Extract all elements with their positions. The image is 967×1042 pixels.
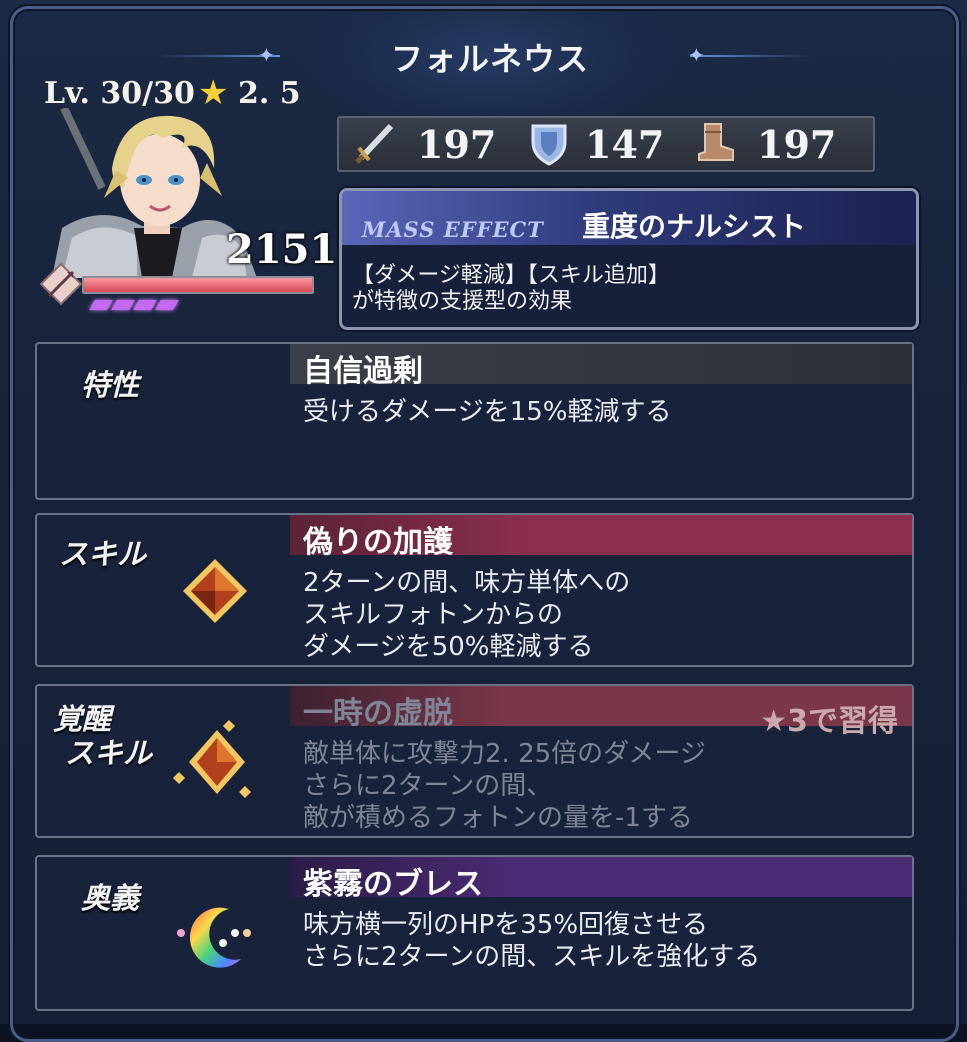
skill-desc-line: ダメージを50%軽減する <box>303 632 594 662</box>
shield-icon <box>525 118 573 166</box>
character-name: フォルネウス <box>390 40 589 78</box>
attack-value: 197 <box>417 122 497 167</box>
ultimate-panel: 奥義 紫霧のブレス 味方横一列のHPを35%回復させる さらに2ターンの間、スキ… <box>35 855 914 1011</box>
trait-name: 自信過剰 <box>303 354 423 389</box>
hp-value: 2151 <box>226 226 338 273</box>
unlock-requirement: ★3で習得 <box>760 704 898 739</box>
hp-bar <box>82 276 314 294</box>
diamond-gem-cluster-icon <box>171 716 263 812</box>
skill-panel: スキル 偽りの加護 2ターンの間、味方単体への スキルフォトンからの ダメージを… <box>35 513 914 667</box>
ultimate-name: 紫霧のブレス <box>303 867 483 902</box>
awakening-desc-line: 敵単体に攻撃力2. 25倍のダメージ <box>303 739 706 769</box>
sparkle-icon: ✦ <box>688 43 705 67</box>
speed-value: 197 <box>757 122 837 167</box>
skill-label: スキル <box>59 537 147 571</box>
mass-effect-header: MASS EFFECT 重度のナルシスト <box>342 191 916 245</box>
ultimate-desc-line: 味方横一列のHPを35%回復させる <box>303 910 709 940</box>
level-label: Lv. 30/30 <box>44 76 195 111</box>
sparkle-icon: ✦ <box>258 43 275 67</box>
awakening-desc-line: さらに2ターンの間、 <box>303 771 553 801</box>
mass-effect-panel: MASS EFFECT 重度のナルシスト 【ダメージ軽減】【スキル追加】 が特徴… <box>339 188 919 330</box>
awakening-description: 敵単体に攻撃力2. 25倍のダメージ さらに2ターンの間、 敵が積めるフォトンの… <box>303 738 706 834</box>
character-detail-window: ✦ フォルネウス ✦ Lv. 30/30 ★ 2. 5 2151 197 147… <box>0 0 967 1042</box>
photon-pip <box>133 300 157 310</box>
spear-icon <box>37 260 85 308</box>
boot-icon <box>691 118 739 166</box>
mass-effect-description: 【ダメージ軽減】【スキル追加】 が特徴の支援型の効果 <box>352 263 670 315</box>
photon-pip <box>155 300 179 310</box>
awakening-name: 一時の虚脱 <box>303 696 453 731</box>
diamond-gem-icon <box>181 557 249 629</box>
photon-gauge <box>89 300 179 314</box>
photon-pip <box>89 300 113 310</box>
rarity-star-icon: ★ <box>198 73 229 113</box>
photon-pip <box>111 300 135 310</box>
title-ornament-right <box>690 55 810 57</box>
sword-icon <box>351 118 399 166</box>
mass-effect-tag: MASS EFFECT <box>362 217 544 242</box>
awakening-label-line: スキル <box>65 736 153 770</box>
mass-effect-desc-line: 【ダメージ軽減】【スキル追加】 <box>352 263 670 288</box>
awakening-label-line: 覚醒 <box>53 702 112 736</box>
awakening-desc-line: 敵が積めるフォトンの量を-1する <box>303 803 693 833</box>
crescent-moon-icon <box>175 903 255 977</box>
rarity-value: 2. 5 <box>238 76 301 111</box>
hp-bar-fill <box>84 278 312 292</box>
ultimate-desc-line: さらに2ターンの間、スキルを強化する <box>303 942 761 972</box>
awakening-label: 覚醒 スキル <box>53 702 152 770</box>
skill-desc-line: 2ターンの間、味方単体への <box>303 568 631 598</box>
mass-effect-name: 重度のナルシスト <box>582 210 807 243</box>
trait-panel: 特性 自信過剰 受けるダメージを15%軽減する <box>35 342 914 500</box>
ultimate-label: 奥義 <box>81 881 140 915</box>
stats-bar: 197 147 197 <box>337 116 875 172</box>
ultimate-description: 味方横一列のHPを35%回復させる さらに2ターンの間、スキルを強化する <box>303 909 760 973</box>
skill-name: 偽りの加護 <box>303 525 453 560</box>
trait-label: 特性 <box>81 368 140 402</box>
awakening-skill-panel: 覚醒 スキル 一時の虚脱 ★3で習得 敵単体に攻撃力2. 25倍のダメージ さら… <box>35 684 914 838</box>
skill-description: 2ターンの間、味方単体への スキルフォトンからの ダメージを50%軽減する <box>303 567 630 663</box>
mass-effect-desc-line: が特徴の支援型の効果 <box>352 289 573 314</box>
defense-value: 147 <box>585 122 665 167</box>
skill-desc-line: スキルフォトンからの <box>303 600 564 630</box>
trait-description: 受けるダメージを15%軽減する <box>303 397 672 427</box>
